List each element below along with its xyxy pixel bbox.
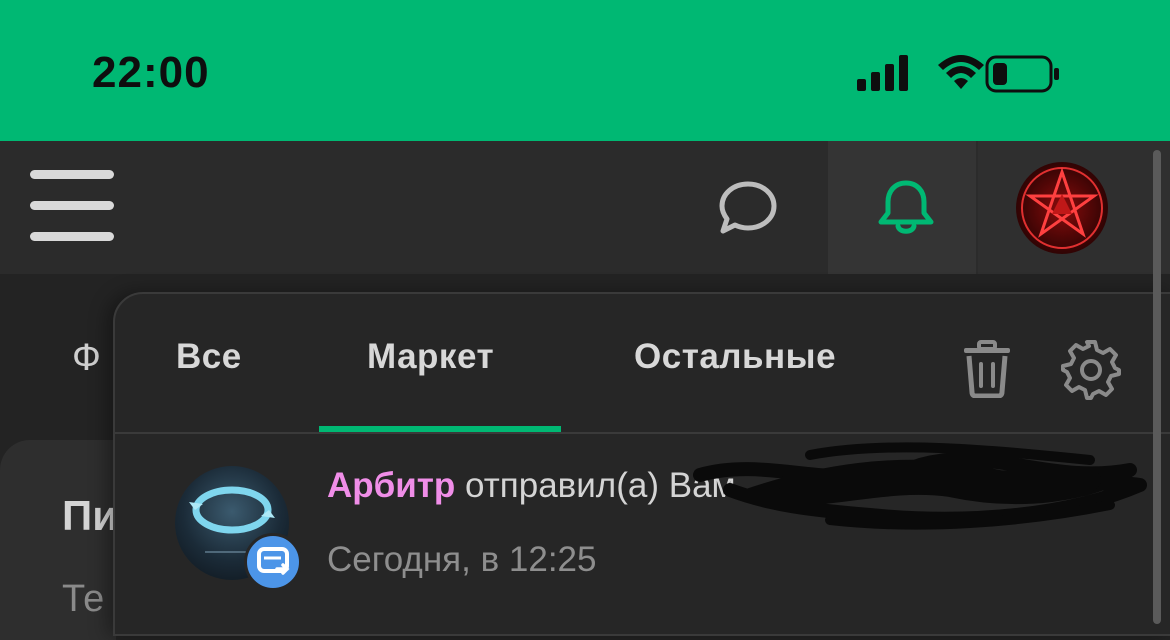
- bell-icon[interactable]: [875, 178, 937, 238]
- wifi-icon: [938, 55, 984, 89]
- tab-market[interactable]: Маркет: [367, 337, 494, 377]
- badge-glyph: [257, 547, 290, 575]
- redaction-scribble: [693, 442, 1147, 530]
- tab-other[interactable]: Остальные: [634, 337, 836, 377]
- notification-timestamp: Сегодня, в 12:25: [327, 540, 597, 579]
- scrollbar[interactable]: [1153, 150, 1161, 624]
- background-card-subtitle: Те: [62, 578, 105, 620]
- pentagram-avatar-image: [1021, 167, 1103, 249]
- notification-text: Арбитр отправил(а) Вам: [327, 466, 736, 506]
- profile-avatar[interactable]: [1016, 162, 1108, 254]
- gear-icon[interactable]: [1060, 339, 1122, 401]
- trash-icon[interactable]: [962, 340, 1012, 398]
- background-tab-partial: Ф: [72, 337, 101, 379]
- battery-low-icon: [985, 55, 1059, 93]
- tab-all[interactable]: Все: [176, 337, 242, 377]
- status-time: 22:00: [92, 48, 210, 97]
- background-card-title: Пи: [62, 492, 114, 539]
- cellular-signal-icon: [857, 55, 908, 91]
- hamburger-menu-icon[interactable]: [30, 170, 114, 241]
- chat-bubble-icon[interactable]: [718, 180, 778, 236]
- message-forward-icon: [244, 533, 302, 591]
- notification-sender[interactable]: Арбитр: [327, 466, 455, 505]
